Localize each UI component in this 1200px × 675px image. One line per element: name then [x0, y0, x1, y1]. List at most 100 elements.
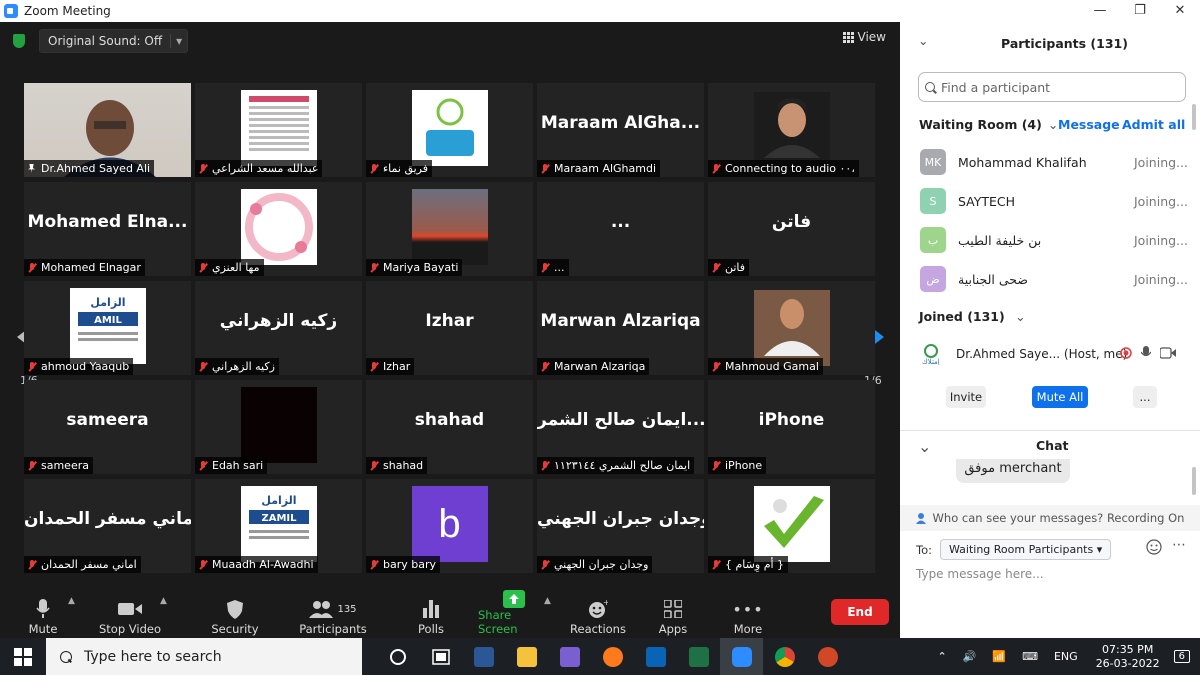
chevron-down-icon[interactable]: ▾ [170, 34, 187, 48]
mute-button[interactable]: Mute [22, 590, 64, 638]
excel-app-icon[interactable] [677, 638, 720, 675]
tray-chevron-icon[interactable]: ⌃ [937, 650, 946, 663]
participant-tile[interactable]: فاتن فاتن [708, 182, 875, 276]
file-explorer-icon[interactable] [505, 638, 548, 675]
waiting-room-row[interactable]: ب بن خليفة الطيب Joining... [920, 225, 1190, 255]
share-options-caret-icon[interactable]: ▲ [544, 596, 551, 606]
waiting-status: Joining... [1134, 271, 1188, 287]
restore-button[interactable]: ❐ [1120, 0, 1160, 22]
participant-name: Dr.Ahmed Sayed Ali [41, 162, 151, 175]
participant-tile[interactable]: اماني مسفر الحمدان اماني مسفر الحمدان [24, 479, 191, 573]
chat-message-input[interactable]: Type message here... [916, 567, 1044, 581]
participant-tile[interactable]: وجدان جبران الجهني وجدان جبران الجهني [537, 479, 704, 573]
participant-tile[interactable]: sameera sameera [24, 380, 191, 474]
share-screen-button[interactable]: Share Screen [478, 590, 550, 638]
more-button[interactable]: ••• More [731, 590, 765, 638]
participant-tile[interactable]: Izhar Izhar [366, 281, 533, 375]
participants-button[interactable]: 135 Participants [298, 590, 368, 638]
admit-all-link[interactable]: Admit all [1122, 117, 1185, 132]
encryption-shield-icon[interactable] [13, 34, 25, 48]
zoom-app-icon[interactable] [720, 638, 763, 675]
chevron-down-icon[interactable]: ⌄ [1015, 309, 1025, 324]
original-sound-toggle[interactable]: Original Sound: Off ▾ [39, 29, 189, 53]
taskbar-search-input[interactable]: Type here to search [46, 638, 362, 675]
end-meeting-button[interactable]: End [831, 599, 889, 625]
participant-tile[interactable]: Mahmoud Gamal [708, 281, 875, 375]
participant-name-label: bary bary [366, 556, 441, 573]
participant-name: sameera [41, 459, 89, 472]
waiting-room-row[interactable]: S SAYTECH Joining... [920, 186, 1190, 216]
emoji-icon[interactable] [1146, 539, 1162, 555]
mute-all-button[interactable]: Mute All [1032, 386, 1088, 408]
participant-tile[interactable]: Mohamed Elna... Mohamed Elnagar [24, 182, 191, 276]
paint-app-icon[interactable] [548, 638, 591, 675]
reactions-label: Reactions [570, 622, 626, 636]
clock[interactable]: 07:35 PM 26-03-2022 [1096, 643, 1160, 671]
word-app-icon[interactable] [462, 638, 505, 675]
participant-tile[interactable]: مها العنزي [195, 182, 362, 276]
minimize-button[interactable]: — [1080, 0, 1120, 22]
stop-video-button[interactable]: Stop Video [98, 590, 162, 638]
participants-scrollbar[interactable] [1192, 104, 1196, 130]
widgets-icon[interactable] [419, 638, 462, 675]
view-button[interactable]: View [842, 30, 886, 44]
participant-tile[interactable]: Edah sari [195, 380, 362, 474]
message-waiting-room-link[interactable]: Message [1058, 117, 1120, 132]
chrome-app-icon[interactable] [763, 638, 806, 675]
language-indicator[interactable]: ENG [1054, 650, 1078, 663]
apps-button[interactable]: Apps [656, 590, 690, 638]
more-options-button[interactable]: ... [1133, 386, 1157, 408]
start-button[interactable] [0, 638, 46, 675]
muted-mic-icon [28, 361, 36, 372]
collapse-chat-chevron-icon[interactable]: ⌄ [918, 437, 931, 456]
participant-tile[interactable]: Mariya Bayati [366, 182, 533, 276]
participant-tile[interactable]: shahad shahad [366, 380, 533, 474]
participant-tile[interactable]: زكيه الزهراني زكيه الزهراني [195, 281, 362, 375]
participant-tile[interactable]: { أم وِسَام } [708, 479, 875, 573]
participant-tile[interactable]: الزامل AMIL ahmoud Yaaqub [24, 281, 191, 375]
recipient-dropdown[interactable]: Waiting Room Participants ▾ [939, 539, 1112, 560]
people-icon [915, 513, 926, 524]
muted-mic-icon [28, 460, 36, 471]
reactions-button[interactable]: + Reactions [570, 590, 626, 638]
chat-scrollbar[interactable] [1192, 467, 1196, 495]
volume-icon[interactable]: 🔊 [963, 650, 977, 663]
powerpoint-app-icon[interactable] [806, 638, 849, 675]
invite-button[interactable]: Invite [946, 386, 986, 408]
firefox-app-icon[interactable] [591, 638, 634, 675]
participant-search-input[interactable]: Find a participant [918, 72, 1186, 102]
participant-tile[interactable]: فريق نماء [366, 83, 533, 177]
participant-tile[interactable]: Maraam AlGha... Maraam AlGhamdi [537, 83, 704, 177]
close-button[interactable]: ✕ [1160, 0, 1200, 22]
audio-options-caret-icon[interactable]: ▲ [68, 596, 75, 606]
participant-tile[interactable]: b bary bary [366, 479, 533, 573]
polls-button[interactable]: Polls [413, 590, 449, 638]
outlook-app-icon[interactable] [634, 638, 677, 675]
participant-tile[interactable]: Dr.Ahmed Sayed Ali [24, 83, 191, 177]
participant-tile[interactable]: iPhone iPhone [708, 380, 875, 474]
participant-name-label: Edah sari [195, 457, 268, 474]
participant-tile[interactable]: عبدالله مسعد الشراعي [195, 83, 362, 177]
participant-tile[interactable]: Connecting to audio ٠٠، [708, 83, 875, 177]
waiting-room-header[interactable]: Waiting Room (4) ⌄ [919, 117, 1058, 132]
waiting-room-row[interactable]: ض ضحى الجنابية Joining... [920, 264, 1190, 294]
meeting-area: Original Sound: Off ▾ View 1/6 1/6 Dr.Ah… [0, 22, 900, 638]
keyboard-icon[interactable]: ⌨ [1022, 650, 1038, 663]
notification-count[interactable]: 6 [1173, 650, 1190, 663]
participant-tile[interactable]: الزامل ZAMIL Muaadh Al-Awadhi [195, 479, 362, 573]
network-icon[interactable]: 📶 [992, 650, 1006, 663]
chevron-down-icon[interactable]: ⌄ [1048, 117, 1058, 132]
participant-name-label: فاتن [708, 259, 750, 276]
waiting-room-row[interactable]: MK Mohammad Khalifah Joining... [920, 147, 1190, 177]
participant-tile[interactable]: ايمان صالح الشمر... ايمان صالح الشمري ١١٢… [537, 380, 704, 474]
participant-row-host[interactable]: إمتلاك Dr.Ahmed Saye... (Host, me) [920, 340, 1190, 368]
collapse-chevron-icon[interactable]: ⌄ [918, 33, 928, 48]
task-view-icon[interactable] [376, 638, 419, 675]
chat-visibility-notice[interactable]: Who can see your messages? Recording On [900, 505, 1200, 531]
participant-tile[interactable]: ...... [537, 182, 704, 276]
participant-tile[interactable]: Marwan Alzariqa Marwan Alzariqa [537, 281, 704, 375]
more-chat-options-icon[interactable]: ⋯ [1172, 537, 1186, 553]
security-button[interactable]: Security [210, 590, 260, 638]
joined-header[interactable]: Joined (131) ⌄ [919, 309, 1026, 324]
video-options-caret-icon[interactable]: ▲ [160, 596, 167, 606]
